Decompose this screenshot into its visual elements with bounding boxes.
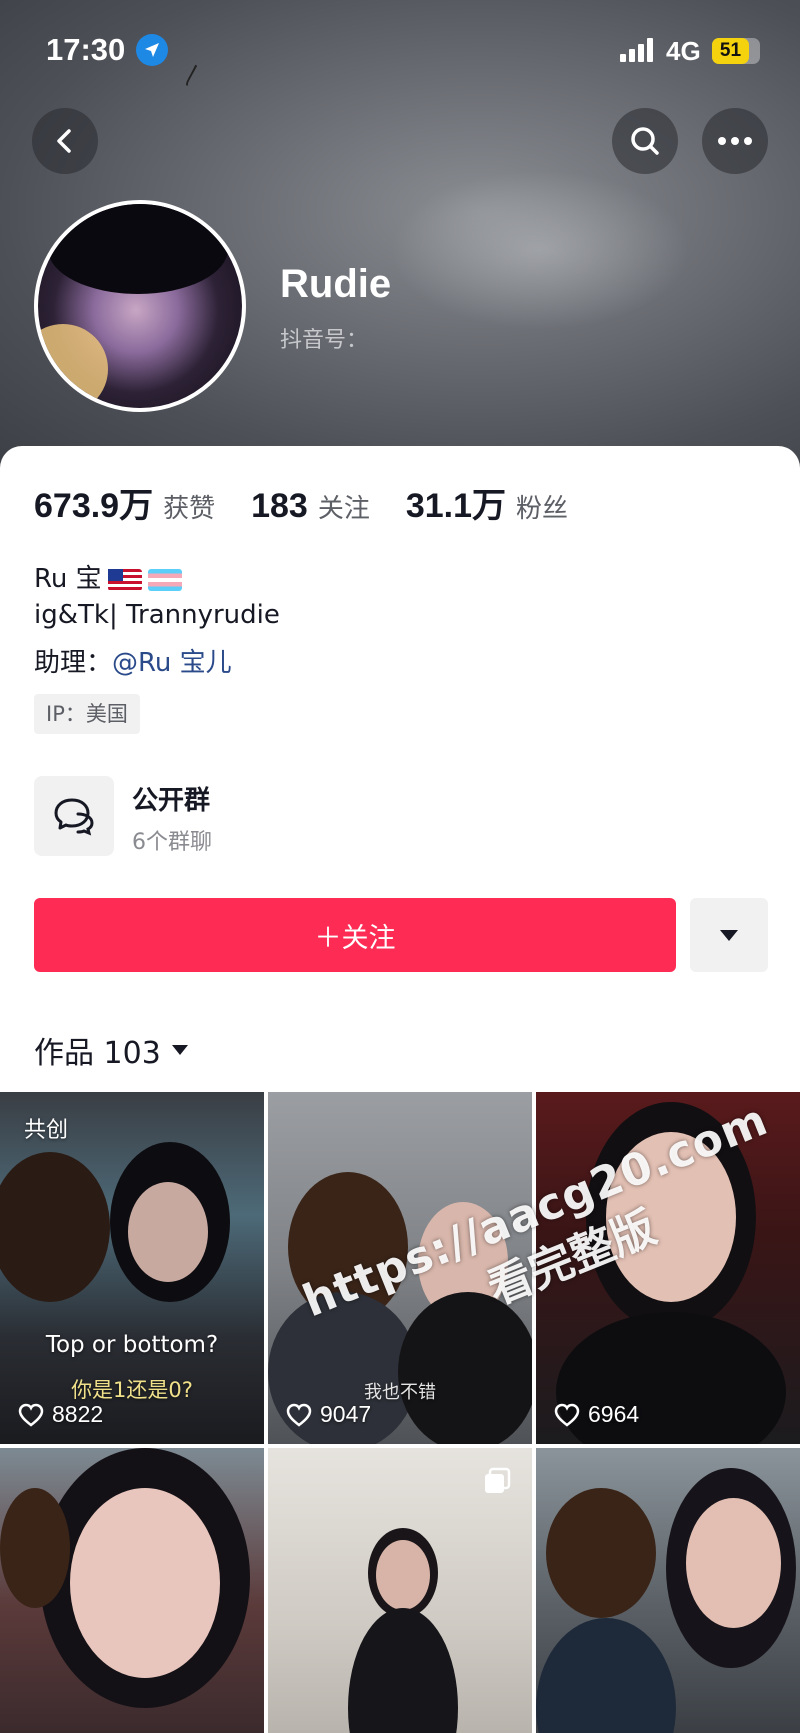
douyin-id-label: 抖音号： <box>280 328 369 353</box>
more-horizontal-icon <box>718 137 752 145</box>
following-count[interactable]: 183 <box>251 487 308 526</box>
avatar[interactable] <box>34 200 246 412</box>
network-type: 4G <box>666 36 701 66</box>
search-button[interactable] <box>612 108 678 174</box>
works-label: 作品 103 <box>34 1036 161 1071</box>
heart-icon <box>286 1403 312 1427</box>
battery-icon: 51 <box>712 38 760 64</box>
works-tab[interactable]: 作品 103 <box>34 1028 189 1072</box>
video-thumbnail[interactable] <box>536 1448 800 1733</box>
profile-stats: 673.9万 获赞 183 关注 31.1万 粉丝 <box>34 478 604 527</box>
video-likes: 9047 <box>286 1401 371 1428</box>
followers-label[interactable]: 粉丝 <box>516 488 568 525</box>
assistant-label: 助理： <box>34 648 113 678</box>
video-thumbnail[interactable]: 6964 <box>536 1092 800 1444</box>
followers-count[interactable]: 31.1万 <box>406 478 506 527</box>
bio-line-1: Ru 宝 <box>34 558 182 595</box>
heart-icon <box>554 1403 580 1427</box>
bio-assistant: 助理：@Ru 宝儿 <box>34 642 232 679</box>
video-likes: 6964 <box>554 1401 639 1428</box>
chevron-left-icon <box>57 129 71 153</box>
assistant-mention-link[interactable]: @Ru 宝儿 <box>112 648 232 678</box>
video-likes: 8822 <box>18 1401 103 1428</box>
status-time: 17:30 <box>46 32 126 67</box>
following-label[interactable]: 关注 <box>318 488 370 525</box>
video-grid: 共创 Top or bottom? 你是1还是0? 8822 我也不错 9047 <box>0 1092 800 1733</box>
bird-decoration: 〳 <box>182 64 205 89</box>
battery-level: 51 <box>712 38 749 64</box>
multi-image-icon <box>485 1467 511 1493</box>
likes-label[interactable]: 获赞 <box>163 488 215 525</box>
profile-content: 673.9万 获赞 183 关注 31.1万 粉丝 Ru 宝 ig&Tk| Tr… <box>0 446 800 1733</box>
search-icon <box>631 127 659 155</box>
follow-button[interactable]: ＋关注 <box>34 898 676 972</box>
collab-tag: 共创 <box>24 1118 69 1143</box>
caret-down-icon <box>171 1045 188 1055</box>
us-flag-icon <box>107 568 142 591</box>
signal-icon <box>620 38 653 62</box>
video-thumbnail[interactable] <box>0 1448 264 1733</box>
more-button[interactable] <box>702 108 768 174</box>
video-thumbnail[interactable]: 共创 Top or bottom? 你是1还是0? 8822 <box>0 1092 264 1444</box>
caret-down-icon <box>720 930 738 941</box>
video-thumbnail[interactable]: 我也不错 9047 <box>268 1092 532 1444</box>
back-button[interactable] <box>32 108 98 174</box>
group-subtitle: 6个群聊 <box>132 830 212 855</box>
group-chat-icon-box[interactable] <box>34 776 114 856</box>
ip-location-tag: IP：美国 <box>34 694 140 734</box>
location-arrow-icon <box>136 34 168 66</box>
video-subtitle: 你是1还是0? <box>71 1378 193 1402</box>
group-title[interactable]: 公开群 <box>132 780 210 817</box>
heart-icon <box>18 1403 44 1427</box>
follow-dropdown-button[interactable] <box>690 898 768 972</box>
trans-flag-icon <box>147 568 182 591</box>
likes-count[interactable]: 673.9万 <box>34 478 153 527</box>
profile-name: Rudie <box>280 262 392 306</box>
video-caption: Top or bottom? <box>45 1332 219 1358</box>
chat-bubbles-icon <box>54 798 94 836</box>
bio-line-2: ig&Tk| Trannyrudie <box>34 600 280 630</box>
video-thumbnail[interactable] <box>268 1448 532 1733</box>
status-bar: 17:30 〳 4G 51 <box>0 0 800 100</box>
